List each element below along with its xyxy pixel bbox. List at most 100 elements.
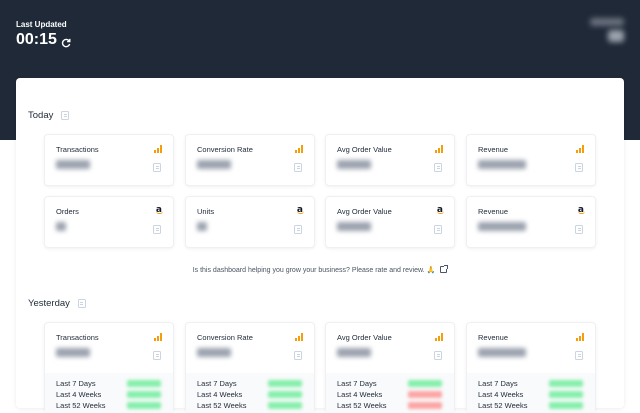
user-name-blurred (590, 18, 624, 26)
metric-value-blurred (56, 160, 90, 169)
comparison-label: Last 7 Days (337, 379, 377, 388)
metric-label: Avg Order Value (337, 333, 392, 342)
external-link-icon[interactable] (440, 265, 449, 273)
comparison-label: Last 4 Weeks (337, 390, 383, 399)
rate-review-prompt[interactable]: Is this dashboard helping you grow your … (0, 265, 640, 274)
copy-icon[interactable] (77, 299, 86, 308)
amazon-icon: a (577, 205, 586, 215)
copy-icon[interactable] (294, 225, 302, 234)
comparison-label: Last 52 Weeks (478, 401, 528, 410)
copy-icon[interactable] (575, 351, 583, 360)
bars-icon (435, 145, 443, 153)
bars-icon (576, 333, 584, 341)
section-today: Today (28, 110, 70, 121)
comparison-change-badge (268, 391, 302, 398)
comparison-change-badge (408, 402, 442, 409)
comparison-label: Last 7 Days (56, 379, 96, 388)
metric-label: Conversion Rate (197, 333, 253, 342)
comparison-list: Last 7 Days Last 4 Weeks Last 52 Weeks (45, 373, 173, 413)
comparison-change-badge (268, 402, 302, 409)
comparison-label: Last 7 Days (478, 379, 518, 388)
metric-card: Revenue a (466, 196, 596, 248)
metric-value-blurred (197, 222, 207, 231)
copy-icon[interactable] (434, 225, 442, 234)
comparison-change-badge (549, 380, 583, 387)
metric-value-blurred (337, 222, 371, 231)
metric-card: Orders a (44, 196, 174, 248)
metric-label: Revenue (478, 145, 509, 154)
metric-card: Revenue (466, 134, 596, 186)
last-updated-time: 00:15 (16, 31, 71, 49)
bars-icon (295, 333, 303, 341)
metric-label: Avg Order Value (337, 145, 392, 154)
comparison-label: Last 52 Weeks (337, 401, 387, 410)
amazon-icon: a (155, 205, 164, 215)
copy-icon[interactable] (575, 225, 583, 234)
last-updated-label: Last Updated (16, 20, 67, 29)
comparison-label: Last 52 Weeks (197, 401, 247, 410)
user-menu[interactable] (584, 18, 624, 48)
metric-value-blurred (478, 160, 526, 169)
copy-icon[interactable] (434, 351, 442, 360)
comparison-change-badge (268, 380, 302, 387)
bars-icon (576, 145, 584, 153)
amazon-icon: a (296, 205, 305, 215)
comparison-change-badge (549, 391, 583, 398)
copy-icon[interactable] (294, 351, 302, 360)
bars-icon (154, 145, 162, 153)
metric-value-blurred (337, 348, 371, 357)
metric-label: Avg Order Value (337, 207, 392, 216)
bars-icon (295, 145, 303, 153)
avatar (608, 30, 624, 42)
metric-card: Avg Order Value Last 7 Days Last 4 Weeks La… (325, 322, 455, 413)
metric-card: Transactions Last 7 Days Last 4 Weeks Last … (44, 322, 174, 413)
metric-label: Conversion Rate (197, 145, 253, 154)
copy-icon[interactable] (575, 163, 583, 172)
metric-label: Transactions (56, 333, 99, 342)
comparison-change-badge (127, 402, 161, 409)
metric-card: Conversion Rate (185, 134, 315, 186)
metric-value-blurred (337, 160, 371, 169)
bars-icon (154, 333, 162, 341)
metric-value-blurred (197, 348, 231, 357)
comparison-list: Last 7 Days Last 4 Weeks Last 52 Weeks (467, 373, 595, 413)
metric-value-blurred (197, 160, 231, 169)
comparison-list: Last 7 Days Last 4 Weeks Last 52 Weeks (186, 373, 314, 413)
section-yesterday-title: Yesterday (28, 298, 70, 309)
refresh-icon[interactable] (61, 35, 71, 48)
metric-value-blurred (56, 348, 90, 357)
metric-label: Units (197, 207, 215, 216)
copy-icon[interactable] (153, 351, 161, 360)
last-updated-value: 00:15 (16, 31, 57, 48)
amazon-icon: a (436, 205, 445, 215)
copy-icon[interactable] (294, 163, 302, 172)
copy-icon[interactable] (153, 163, 161, 172)
comparison-label: Last 4 Weeks (56, 390, 102, 399)
metric-label: Orders (56, 207, 79, 216)
comparison-label: Last 4 Weeks (478, 390, 524, 399)
comparison-label: Last 52 Weeks (56, 401, 106, 410)
copy-icon[interactable] (153, 225, 161, 234)
copy-icon[interactable] (61, 111, 70, 120)
metric-card: Avg Order Value a (325, 196, 455, 248)
metric-card: Transactions (44, 134, 174, 186)
metric-value-blurred (56, 222, 66, 231)
rate-review-text: Is this dashboard helping you grow your … (192, 267, 436, 274)
metric-card: Revenue Last 7 Days Last 4 Weeks Last 52 We… (466, 322, 596, 413)
metric-card: Units a (185, 196, 315, 248)
comparison-change-badge (127, 380, 161, 387)
comparison-change-badge (408, 380, 442, 387)
comparison-change-badge (127, 391, 161, 398)
metric-value-blurred (478, 222, 526, 231)
comparison-change-badge (408, 391, 442, 398)
comparison-label: Last 7 Days (197, 379, 237, 388)
comparison-change-badge (549, 402, 583, 409)
metric-label: Revenue (478, 333, 509, 342)
metric-value-blurred (478, 348, 526, 357)
section-today-title: Today (28, 110, 54, 121)
copy-icon[interactable] (434, 163, 442, 172)
bars-icon (435, 333, 443, 341)
section-yesterday: Yesterday (28, 298, 86, 309)
comparison-list: Last 7 Days Last 4 Weeks Last 52 Weeks (326, 373, 454, 413)
comparison-label: Last 4 Weeks (197, 390, 243, 399)
